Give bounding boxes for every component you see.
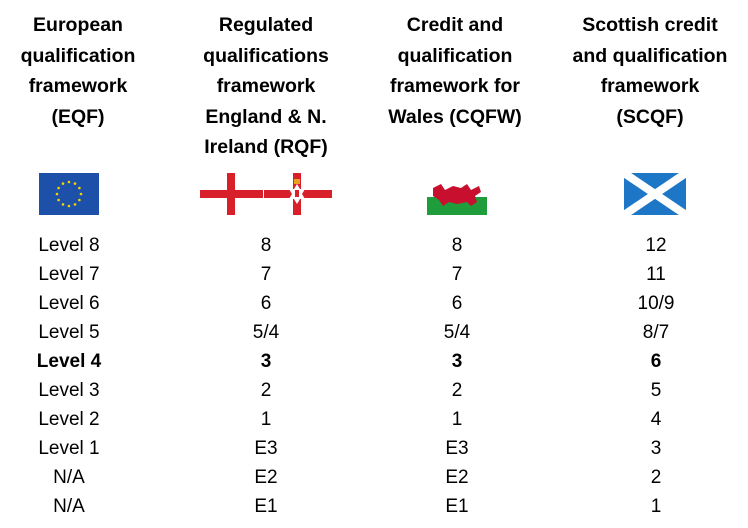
table-cell-cqfw: 2	[451, 380, 463, 401]
header-line: Credit and	[406, 14, 504, 36]
table-cell-cqfw: 1	[451, 409, 463, 430]
table-cell-scqf: 12	[645, 235, 667, 256]
table-cell-rqf: 3	[260, 351, 272, 372]
table-row: Level 5 5/4 5/4 8/7	[0, 318, 748, 347]
header-line: framework	[28, 75, 128, 97]
header-line: (SCQF)	[616, 105, 684, 128]
table-cell-rqf: E2	[254, 467, 278, 488]
eu-star-icon	[67, 204, 71, 208]
eu-star-icon	[57, 186, 60, 190]
eu-star-icon	[79, 192, 83, 196]
table-cell-eqf: Level 7	[38, 264, 100, 285]
table-row: N/A E2 E2 2	[0, 463, 748, 492]
table-cell-cqfw: E1	[445, 496, 469, 517]
eu-star-icon	[78, 198, 81, 202]
england-and-northern-ireland-flags-icon	[200, 173, 332, 215]
table-row: Level 4 3 3 6	[0, 347, 748, 376]
table-row: Level 7 7 7 11	[0, 260, 748, 289]
eu-star-icon	[73, 203, 77, 206]
table-row: Level 8 8 8 12	[0, 231, 748, 260]
header-cqfw: Credit and qualification framework for W…	[370, 0, 540, 132]
table-cell-rqf: E1	[254, 496, 278, 517]
eu-star-icon	[55, 192, 59, 196]
table-cell-scqf: 1	[650, 496, 662, 517]
table-cell-rqf: E3	[254, 438, 278, 459]
eu-star-icon	[61, 203, 65, 206]
table-cell-scqf: 5	[650, 380, 662, 401]
header-line: Ireland (RQF)	[204, 136, 328, 158]
northern-ireland-flag-icon	[264, 173, 332, 215]
header-line: European	[33, 14, 123, 36]
table-cell-eqf: Level 5	[38, 322, 100, 343]
header-line: framework	[600, 75, 700, 97]
table-cell-cqfw: 5/4	[443, 322, 471, 343]
header-line: Scottish credit	[582, 14, 718, 36]
table-cell-eqf: N/A	[53, 467, 85, 488]
table-cell-cqfw: 3	[451, 351, 463, 372]
table-cell-eqf: N/A	[53, 496, 85, 517]
table-cell-eqf: Level 1	[38, 438, 100, 459]
table-cell-scqf: 10/9	[637, 293, 675, 314]
table-cell-rqf: 6	[260, 293, 272, 314]
header-line: England & N.	[205, 105, 327, 128]
eu-star-icon	[61, 182, 65, 185]
header-line: and qualification	[572, 44, 728, 67]
table-row: Level 6 6 6 10/9	[0, 289, 748, 318]
header-line: (EQF)	[51, 105, 105, 128]
header-line: qualification	[20, 44, 136, 67]
scotland-flag-icon	[624, 173, 686, 215]
table-cell-cqfw: E3	[445, 438, 469, 459]
eu-star-icon	[67, 180, 71, 184]
eu-star-icon	[73, 182, 77, 185]
header-line: framework for	[389, 75, 521, 97]
england-flag-icon	[200, 173, 263, 215]
table-cell-cqfw: 6	[451, 293, 463, 314]
table-cell-scqf: 8/7	[642, 322, 670, 343]
header-line: framework	[216, 75, 316, 97]
table-cell-scqf: 3	[650, 438, 662, 459]
table-cell-rqf: 8	[260, 235, 272, 256]
eu-star-icon	[78, 186, 81, 190]
table-cell-scqf: 2	[650, 467, 662, 488]
table-cell-eqf: Level 2	[38, 409, 100, 430]
table-cell-rqf: 7	[260, 264, 272, 285]
table-cell-cqfw: E2	[445, 467, 469, 488]
table-cell-cqfw: 7	[451, 264, 463, 285]
table-cell-cqfw: 8	[451, 235, 463, 256]
table-cell-eqf: Level 8	[38, 235, 100, 256]
table-cell-eqf: Level 4	[36, 351, 102, 372]
header-scqf: Scottish credit and qualification framew…	[562, 0, 738, 132]
header-line: qualifications	[203, 44, 329, 67]
table-cell-eqf: Level 6	[38, 293, 100, 314]
eu-flag-icon	[39, 173, 99, 215]
wales-flag-icon	[427, 178, 487, 215]
header-line: Wales (CQFW)	[388, 105, 522, 128]
table-cell-rqf: 1	[260, 409, 272, 430]
table-cell-scqf: 6	[650, 351, 662, 372]
eu-star-icon	[57, 198, 60, 202]
table-cell-rqf: 5/4	[252, 322, 280, 343]
header-rqf: Regulated qualifications framework Engla…	[178, 0, 354, 163]
table-cell-scqf: 11	[646, 264, 666, 285]
table-row: Level 1 E3 E3 3	[0, 434, 748, 463]
header-line: Regulated	[218, 14, 314, 36]
table-row: Level 2 1 1 4	[0, 405, 748, 434]
header-line: qualification	[397, 44, 513, 67]
table-row: N/A E1 E1 1	[0, 492, 748, 521]
table-cell-scqf: 4	[650, 409, 662, 430]
table-row: Level 3 2 2 5	[0, 376, 748, 405]
table-cell-rqf: 2	[260, 380, 272, 401]
header-eqf: European qualification framework (EQF)	[0, 0, 156, 132]
table-cell-eqf: Level 3	[38, 380, 100, 401]
